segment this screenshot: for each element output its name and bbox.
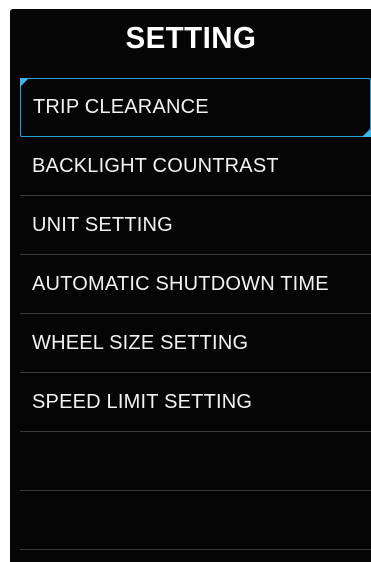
menu-item-label: TRIP CLEARANCE	[33, 96, 209, 118]
device-screen: SETTING TRIP CLEARANCE BACKLIGHT COUNTRA…	[10, 9, 371, 562]
menu-item-empty	[20, 432, 371, 491]
menu-item-label: UNIT SETTING	[32, 213, 173, 236]
menu-item-trip-clearance[interactable]: TRIP CLEARANCE	[20, 78, 371, 137]
menu-item-automatic-shutdown-time[interactable]: AUTOMATIC SHUTDOWN TIME	[20, 255, 371, 314]
menu-item-label: WHEEL SIZE SETTING	[32, 331, 249, 354]
menu-item-empty	[20, 491, 371, 550]
menu-item-label: BACKLIGHT COUNTRAST	[32, 154, 279, 177]
menu-item-backlight-contrast[interactable]: BACKLIGHT COUNTRAST	[20, 137, 371, 196]
menu-item-speed-limit-setting[interactable]: SPEED LIMIT SETTING	[20, 373, 371, 432]
menu-item-unit-setting[interactable]: UNIT SETTING	[20, 196, 371, 255]
menu-item-label: AUTOMATIC SHUTDOWN TIME	[32, 272, 329, 295]
screen-title: SETTING	[125, 20, 256, 55]
settings-menu: TRIP CLEARANCE BACKLIGHT COUNTRAST UNIT …	[20, 78, 371, 550]
menu-item-label: SPEED LIMIT SETTING	[32, 390, 253, 413]
menu-item-wheel-size-setting[interactable]: WHEEL SIZE SETTING	[20, 314, 371, 373]
title-bar: SETTING	[10, 9, 371, 67]
